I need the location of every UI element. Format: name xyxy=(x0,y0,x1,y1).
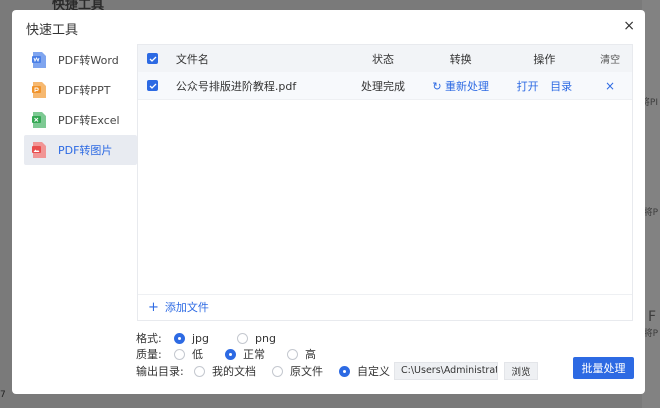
background-fragment: F xyxy=(647,309,656,325)
radio-icon xyxy=(237,332,249,344)
output-dir-label: 输出目录: xyxy=(136,365,184,378)
reprocess-label: 重新处理 xyxy=(445,79,490,93)
radio-selected-icon xyxy=(339,365,350,377)
quality-low-radio[interactable]: 低 xyxy=(174,346,203,362)
radio-icon xyxy=(194,365,205,377)
file-name: 公众号排版进阶教程.pdf xyxy=(175,79,297,93)
dialog-title: 快速工具 xyxy=(26,23,79,38)
quality-label: 质量: xyxy=(136,348,162,361)
pdf-to-image-icon xyxy=(32,142,46,158)
header-file-name: 文件名 xyxy=(175,52,209,66)
table-row: 公众号排版进阶教程.pdf 处理完成 ↻ 重新处理 打开 目录 × xyxy=(138,72,632,100)
browse-button[interactable]: 浏览 xyxy=(504,362,538,380)
header-operation: 操作 xyxy=(533,52,556,66)
sidebar-item-label: PDF转图片 xyxy=(58,144,113,157)
file-status: 处理完成 xyxy=(361,79,406,93)
pdf-to-excel-icon xyxy=(32,112,46,128)
radio-selected-icon xyxy=(225,348,236,360)
output-custom-radio[interactable]: 自定义 xyxy=(339,363,390,379)
check-icon xyxy=(149,56,157,62)
radio-selected-icon xyxy=(174,332,185,344)
header-convert: 转换 xyxy=(449,52,472,66)
output-dir-options: 输出目录: 我的文档 原文件 自定义 C:\Users\Administrato… xyxy=(136,362,538,380)
pdf-to-word-icon xyxy=(32,52,46,68)
quick-tools-dialog: 快速工具 × PDF转Word PDF转PPT PDF转Excel PDF转图片 xyxy=(12,10,645,394)
format-label: 格式: xyxy=(136,332,162,345)
file-list-panel: 文件名 状态 转换 操作 清空 公众号排版进阶教程.pdf 处理完成 ↻ 重新处… xyxy=(137,44,633,321)
reprocess-button[interactable]: ↻ 重新处理 xyxy=(432,80,489,93)
output-path-field[interactable]: C:\Users\Administrator\ xyxy=(394,362,498,380)
quality-high-radio[interactable]: 高 xyxy=(287,346,316,362)
format-png-radio[interactable]: png xyxy=(237,332,276,345)
pdf-to-ppt-icon xyxy=(32,82,46,98)
plus-icon: + xyxy=(148,299,159,315)
close-button[interactable]: × xyxy=(623,18,635,34)
select-all-checkbox[interactable] xyxy=(147,53,159,64)
sidebar-item-label: PDF转Word xyxy=(58,54,119,67)
redo-icon: ↻ xyxy=(432,79,442,93)
quality-options: 质量: 低 正常 高 xyxy=(136,346,316,362)
quality-normal-radio[interactable]: 正常 xyxy=(225,346,265,362)
sidebar-item-pdf-to-word[interactable]: PDF转Word xyxy=(24,45,137,75)
radio-icon xyxy=(287,348,298,360)
sidebar-item-pdf-to-image[interactable]: PDF转图片 xyxy=(24,135,137,165)
check-icon xyxy=(149,83,157,89)
sidebar-item-pdf-to-excel[interactable]: PDF转Excel xyxy=(24,105,137,135)
remove-file-button[interactable]: × xyxy=(605,79,615,93)
table-header: 文件名 状态 转换 操作 清空 xyxy=(138,45,632,72)
open-link[interactable]: 打开 xyxy=(517,80,539,93)
sidebar: PDF转Word PDF转PPT PDF转Excel PDF转图片 xyxy=(24,45,137,165)
radio-icon xyxy=(272,365,283,377)
add-file-label: 添加文件 xyxy=(164,301,209,314)
sidebar-item-pdf-to-ppt[interactable]: PDF转PPT xyxy=(24,75,137,105)
output-source-file-radio[interactable]: 原文件 xyxy=(272,363,323,379)
batch-process-button[interactable]: 批量处理 xyxy=(573,357,634,379)
radio-icon xyxy=(174,348,185,360)
format-options: 格式: jpg png xyxy=(136,330,276,346)
background-fragment: 将P xyxy=(643,208,658,218)
clear-button[interactable]: 清空 xyxy=(600,55,620,66)
background-corner-digit: 7 xyxy=(0,390,6,400)
format-jpg-radio[interactable]: jpg xyxy=(174,332,209,345)
output-my-documents-radio[interactable]: 我的文档 xyxy=(194,363,256,379)
header-status: 状态 xyxy=(372,52,395,66)
directory-link[interactable]: 目录 xyxy=(550,80,572,93)
sidebar-item-label: PDF转Excel xyxy=(58,114,120,127)
add-file-button[interactable]: + 添加文件 xyxy=(148,299,209,315)
row-checkbox[interactable] xyxy=(147,80,159,91)
sidebar-item-label: PDF转PPT xyxy=(58,84,111,97)
background-fragment: 将P xyxy=(643,329,658,339)
panel-divider xyxy=(138,294,632,295)
